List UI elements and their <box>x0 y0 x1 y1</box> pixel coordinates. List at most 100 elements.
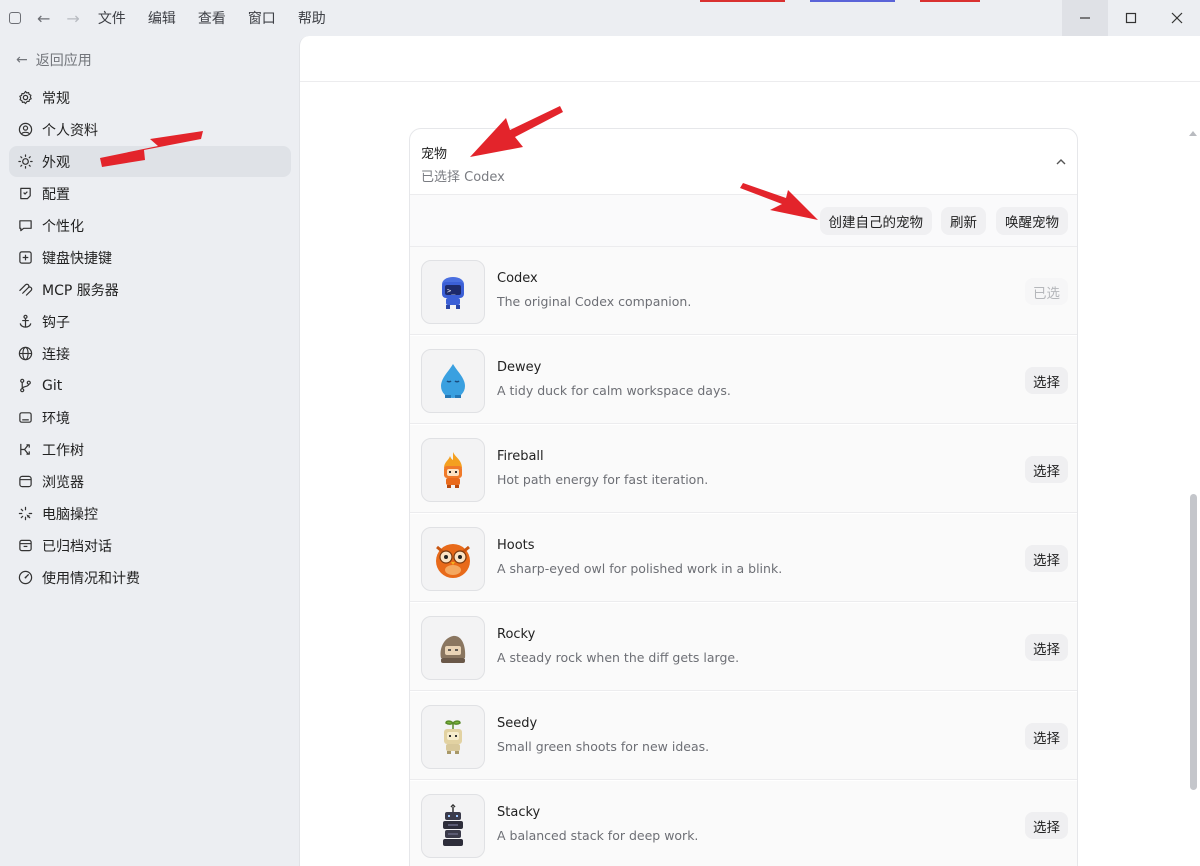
sidebar-item-label: 已归档对话 <box>42 538 112 555</box>
menu-file[interactable]: 文件 <box>98 8 126 28</box>
pet-description: Hot path energy for fast iteration. <box>497 472 709 487</box>
archive-icon <box>17 538 33 554</box>
pet-avatar: >_ <box>421 260 485 324</box>
rock-pet-icon <box>440 635 466 663</box>
pet-avatar <box>421 527 485 591</box>
sidebar-item-general[interactable]: 常规 <box>9 82 291 113</box>
sidebar-item-label: 配置 <box>42 186 70 203</box>
back-to-app-link[interactable]: ← 返回应用 <box>16 50 92 70</box>
sidebar-item-label: 浏览器 <box>42 474 84 491</box>
minimize-icon[interactable] <box>1062 0 1108 36</box>
sidebar-toggle-icon[interactable] <box>9 12 21 24</box>
accent-line <box>700 0 785 2</box>
sidebar-item-appearance[interactable]: 外观 <box>9 146 291 177</box>
pet-select-button[interactable]: 选择 <box>1025 545 1068 572</box>
pet-row-hoots: Hoots A sharp-eyed owl for polished work… <box>410 514 1077 602</box>
pets-card: 宠物 已选择 Codex 创建自己的宠物 刷新 唤醒宠物 >_ Codex Th… <box>409 128 1078 866</box>
back-arrow-icon[interactable]: ← <box>37 9 50 28</box>
sidebar-item-personalization[interactable]: 个性化 <box>9 210 291 241</box>
sun-icon <box>17 154 33 170</box>
forward-arrow-icon[interactable]: → <box>66 9 79 28</box>
sidebar-item-label: Git <box>42 377 63 394</box>
worktree-icon <box>17 442 33 458</box>
pet-avatar <box>421 438 485 502</box>
sidebar-item-label: 使用情况和计费 <box>42 570 140 587</box>
pet-select-button[interactable]: 选择 <box>1025 456 1068 483</box>
divider <box>300 81 1200 82</box>
chevron-up-icon[interactable] <box>1055 153 1067 172</box>
pet-row-stacky: Stacky A balanced stack for deep work. 选… <box>410 781 1077 866</box>
sidebar-item-label: 个人资料 <box>42 122 98 139</box>
accent-line <box>810 0 895 2</box>
sidebar-item-hooks[interactable]: 钩子 <box>9 306 291 337</box>
pet-row-rocky: Rocky A steady rock when the diff gets l… <box>410 603 1077 691</box>
stack-pet-icon <box>443 804 463 846</box>
pet-avatar <box>421 349 485 413</box>
sidebar-item-label: 常规 <box>42 90 70 107</box>
pet-description: Small green shoots for new ideas. <box>497 739 710 754</box>
refresh-button[interactable]: 刷新 <box>941 207 986 235</box>
sidebar-item-profile[interactable]: 个人资料 <box>9 114 291 145</box>
sidebar-item-label: MCP 服务器 <box>42 282 119 299</box>
wake-pet-button[interactable]: 唤醒宠物 <box>996 207 1068 235</box>
pet-select-button[interactable]: 选择 <box>1025 723 1068 750</box>
gear-icon <box>17 90 33 106</box>
menu-window[interactable]: 窗口 <box>248 8 276 28</box>
sidebar-item-label: 键盘快捷键 <box>42 250 112 267</box>
sidebar-item-label: 个性化 <box>42 218 84 235</box>
pet-name: Hoots <box>497 538 535 553</box>
sparkle-icon <box>17 506 33 522</box>
pet-description: A steady rock when the diff gets large. <box>497 650 740 665</box>
sidebar-item-mcp[interactable]: MCP 服务器 <box>9 274 291 305</box>
menu-help[interactable]: 帮助 <box>298 8 326 28</box>
sidebar-item-browser[interactable]: 浏览器 <box>9 466 291 497</box>
pet-row-dewey: Dewey A tidy duck for calm workspace day… <box>410 336 1077 424</box>
maximize-icon[interactable] <box>1108 0 1154 36</box>
pet-row-codex: >_ Codex The original Codex companion. 已… <box>410 247 1077 335</box>
pet-row-seedy: Seedy Small green shoots for new ideas. … <box>410 692 1077 780</box>
pets-title: 宠物 <box>421 147 448 162</box>
pet-select-button[interactable]: 选择 <box>1025 634 1068 661</box>
sidebar-item-environment[interactable]: 环境 <box>9 402 291 433</box>
sidebar-item-computer-use[interactable]: 电脑操控 <box>9 498 291 529</box>
scroll-up-arrow-icon[interactable] <box>1189 131 1197 136</box>
settings-sidebar: ← 返回应用 常规 个人资料 外观 配置 个性化 键盘快捷键 MCP 服务器 钩… <box>0 36 298 866</box>
pets-selected-subtitle: 已选择 Codex <box>421 170 505 185</box>
droplet-pet-icon <box>441 364 465 398</box>
sidebar-item-connections[interactable]: 连接 <box>9 338 291 369</box>
title-bar: ← → 文件 编辑 查看 窗口 帮助 <box>0 0 1200 36</box>
pet-description: A tidy duck for calm workspace days. <box>497 383 731 398</box>
sidebar-item-label: 电脑操控 <box>42 506 98 523</box>
globe-icon <box>17 346 33 362</box>
browser-icon <box>17 474 33 490</box>
pet-name: Stacky <box>497 805 541 820</box>
close-icon[interactable] <box>1154 0 1200 36</box>
config-icon <box>17 186 33 202</box>
pet-name: Seedy <box>497 716 538 731</box>
mcp-icon <box>17 282 33 298</box>
menu-edit[interactable]: 编辑 <box>148 8 176 28</box>
pet-description: A balanced stack for deep work. <box>497 828 699 843</box>
pets-actions-bar: 创建自己的宠物 刷新 唤醒宠物 <box>410 195 1077 247</box>
pet-selected-button[interactable]: 已选 <box>1025 278 1068 305</box>
chat-bubble-icon <box>17 218 33 234</box>
create-pet-button[interactable]: 创建自己的宠物 <box>819 207 932 235</box>
menu-view[interactable]: 查看 <box>198 8 226 28</box>
sidebar-item-shortcuts[interactable]: 键盘快捷键 <box>9 242 291 273</box>
pet-name: Fireball <box>497 449 544 464</box>
pet-select-button[interactable]: 选择 <box>1025 367 1068 394</box>
sidebar-item-git[interactable]: Git <box>9 370 291 401</box>
pet-name: Codex <box>497 271 538 286</box>
user-circle-icon <box>17 122 33 138</box>
sidebar-item-config[interactable]: 配置 <box>9 178 291 209</box>
sidebar-item-label: 钩子 <box>42 314 70 331</box>
scrollbar-thumb[interactable] <box>1190 494 1197 790</box>
gauge-icon <box>17 570 33 586</box>
sidebar-item-worktree[interactable]: 工作树 <box>9 434 291 465</box>
pet-select-button[interactable]: 选择 <box>1025 812 1068 839</box>
sidebar-item-usage[interactable]: 使用情况和计费 <box>9 562 291 593</box>
sidebar-item-label: 环境 <box>42 410 70 427</box>
settings-main-panel: 宠物 已选择 Codex 创建自己的宠物 刷新 唤醒宠物 >_ Codex Th… <box>299 36 1200 866</box>
pets-card-header[interactable]: 宠物 已选择 Codex <box>410 129 1077 195</box>
sidebar-item-archived[interactable]: 已归档对话 <box>9 530 291 561</box>
